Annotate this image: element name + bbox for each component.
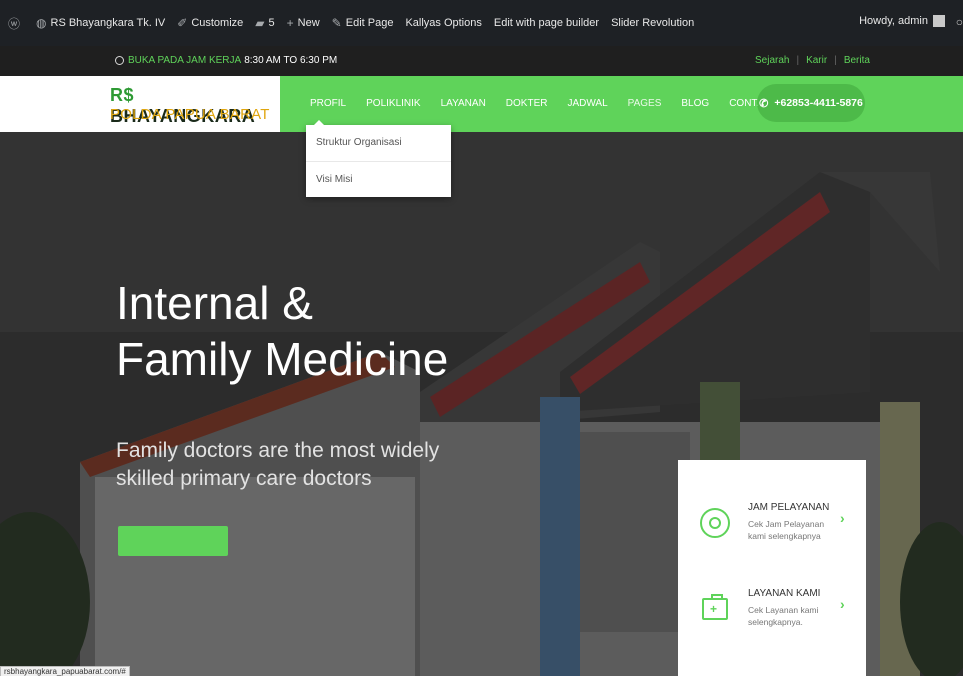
admin-kallyas-options[interactable]: Kallyas Options (405, 17, 481, 29)
phone-icon: ✆ (759, 97, 769, 110)
edit-page-label: Edit Page (345, 17, 394, 29)
layanan-kami-desc: Cek Layanan kami selengkapnya. (748, 605, 819, 627)
card-row-layanan-kami[interactable]: + LAYANAN KAMI Cek Layanan kami selengka… (678, 574, 866, 654)
top-links: Sejarah | Karir | Berita (755, 55, 870, 66)
divider: | (796, 55, 800, 66)
site-header: R$ BHAYANGKARA POLDA PAPUA BARAT PROFIL … (0, 76, 963, 132)
search-icon[interactable]: ○ (956, 15, 963, 29)
dashboard-icon: ◍ (36, 16, 47, 30)
plus-icon: + (710, 602, 718, 616)
logo-rs-mark: R$ (110, 85, 135, 105)
hero-subtitle: Family doctors are the most widely skill… (116, 437, 439, 493)
jam-pelayanan-title: JAM PELAYANAN (748, 502, 830, 513)
divider: | (834, 55, 837, 66)
hero-title: Internal & Family Medicine (116, 275, 448, 387)
admin-slider-revolution[interactable]: Slider Revolution (611, 17, 694, 29)
logo-line2: POLDA PAPUA BARAT (110, 106, 270, 123)
dropdown-item-visi-misi[interactable]: Visi Misi (306, 161, 451, 197)
nav-item-blog[interactable]: BLOG (681, 98, 709, 109)
top-link-sejarah[interactable]: Sejarah (755, 55, 789, 66)
howdy-label: Howdy, admin (859, 15, 928, 27)
jam-pelayanan-desc: Cek Jam Pelayanan kami selengkapnya (748, 519, 825, 541)
admin-edit-builder[interactable]: Edit with page builder (494, 17, 599, 29)
wp-admin-bar: ⓦ ◍ RS Bhayangkara Tk. IV ✐ Customize ▰ 5 +… (0, 0, 963, 46)
nav-item-jadwal[interactable]: JADWAL (567, 98, 607, 109)
chevron-right-icon[interactable]: › (840, 510, 845, 526)
edit-builder-label: Edit with page builder (493, 17, 600, 29)
kallyas-options-label: Kallyas Options (405, 17, 482, 29)
site-logo[interactable]: R$ BHAYANGKARA POLDA PAPUA BARAT (0, 76, 280, 132)
clock-icon (115, 56, 124, 65)
comments-count: 5 (268, 17, 275, 29)
nav-item-profil[interactable]: PROFIL (310, 98, 346, 109)
nav-item-pages[interactable]: PAGES (628, 98, 662, 109)
main-nav: PROFIL POLIKLINIK LAYANAN DOKTER JADWAL … (310, 98, 797, 109)
slider-revolution-label: Slider Revolution (611, 17, 695, 29)
admin-customize[interactable]: ✐ Customize (177, 16, 243, 30)
brush-icon: ✐ (177, 16, 188, 30)
admin-account-menu[interactable]: Howdy, admin (859, 15, 945, 27)
comment-icon: ▰ (255, 16, 265, 30)
dropdown-item-struktur[interactable]: Struktur Organisasi (306, 125, 451, 161)
medical-kit-icon: + (702, 594, 728, 620)
card-row-jam-pelayanan[interactable]: JAM PELAYANAN Cek Jam Pelayanan kami sel… (678, 488, 866, 568)
phone-number: +62853-4411-5876 (774, 97, 863, 109)
hero-cta-button[interactable] (118, 526, 228, 556)
status-bar-url: rsbhayangkara_papuabarat.com/# (0, 666, 130, 676)
admin-new[interactable]: + New (287, 16, 320, 30)
profil-dropdown-menu: Struktur Organisasi Visi Misi (306, 120, 451, 197)
admin-comments[interactable]: ▰ 5 (255, 16, 274, 30)
pencil-icon: ✎ (331, 16, 342, 30)
hours-value: 8:30 AM TO 6:30 PM (244, 55, 338, 66)
new-label: New (297, 17, 320, 29)
admin-site-name[interactable]: ◍ RS Bhayangkara Tk. IV (36, 16, 165, 30)
top-info-bar: BUKA PADA JAM KERJA 8:30 AM TO 6:30 PM S… (0, 46, 963, 76)
hero-subtitle-line1: Family doctors are the most widely (116, 439, 440, 462)
hero-title-line2: Family Medicine (116, 333, 449, 385)
chevron-right-icon[interactable]: › (840, 596, 845, 612)
hours-label: BUKA PADA JAM KERJA (128, 55, 242, 66)
clock-inner-icon (709, 517, 721, 529)
layanan-kami-title: LAYANAN KAMI (748, 588, 821, 599)
wordpress-logo-icon[interactable]: ⓦ (8, 15, 24, 32)
phone-button[interactable]: ✆ +62853-4411-5876 (757, 84, 865, 122)
admin-edit-page[interactable]: ✎ Edit Page (332, 16, 394, 30)
info-card: JAM PELAYANAN Cek Jam Pelayanan kami sel… (678, 460, 866, 676)
top-link-karir[interactable]: Karir (806, 55, 827, 66)
working-hours: BUKA PADA JAM KERJA 8:30 AM TO 6:30 PM (115, 55, 337, 66)
top-link-berita[interactable]: Berita (844, 55, 870, 66)
hero-subtitle-line2: skilled primary care doctors (116, 467, 372, 490)
avatar (933, 15, 945, 27)
hero-title-line1: Internal & (116, 277, 313, 329)
plus-icon: + (286, 16, 294, 30)
nav-item-poliklinik[interactable]: POLIKLINIK (366, 98, 420, 109)
nav-item-layanan[interactable]: LAYANAN (441, 98, 486, 109)
customize-label: Customize (191, 17, 244, 29)
nav-item-dokter[interactable]: DOKTER (506, 98, 548, 109)
site-name-label: RS Bhayangkara Tk. IV (50, 17, 166, 29)
wordpress-icon: ⓦ (8, 16, 21, 31)
clock-search-icon (700, 508, 730, 538)
